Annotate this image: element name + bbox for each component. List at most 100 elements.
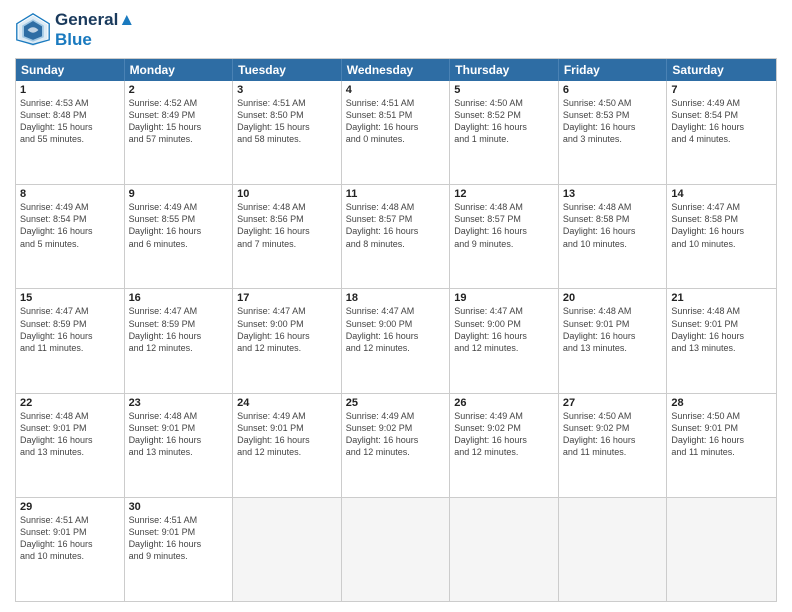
day-number: 13 [563, 188, 663, 200]
calendar-cell: 8Sunrise: 4:49 AM Sunset: 8:54 PM Daylig… [16, 185, 125, 288]
day-number: 12 [454, 188, 554, 200]
day-number: 2 [129, 84, 229, 96]
calendar-cell [450, 498, 559, 601]
calendar-cell: 18Sunrise: 4:47 AM Sunset: 9:00 PM Dayli… [342, 289, 451, 392]
weekday-header-thursday: Thursday [450, 59, 559, 81]
day-number: 8 [20, 188, 120, 200]
cell-info: Sunrise: 4:48 AM Sunset: 8:58 PM Dayligh… [563, 201, 663, 250]
calendar-cell: 15Sunrise: 4:47 AM Sunset: 8:59 PM Dayli… [16, 289, 125, 392]
day-number: 19 [454, 292, 554, 304]
day-number: 28 [671, 397, 772, 409]
cell-info: Sunrise: 4:53 AM Sunset: 8:48 PM Dayligh… [20, 97, 120, 146]
cell-info: Sunrise: 4:52 AM Sunset: 8:49 PM Dayligh… [129, 97, 229, 146]
day-number: 20 [563, 292, 663, 304]
calendar-cell: 24Sunrise: 4:49 AM Sunset: 9:01 PM Dayli… [233, 394, 342, 497]
day-number: 14 [671, 188, 772, 200]
cell-info: Sunrise: 4:49 AM Sunset: 8:54 PM Dayligh… [671, 97, 772, 146]
calendar-cell: 10Sunrise: 4:48 AM Sunset: 8:56 PM Dayli… [233, 185, 342, 288]
calendar-cell: 17Sunrise: 4:47 AM Sunset: 9:00 PM Dayli… [233, 289, 342, 392]
day-number: 21 [671, 292, 772, 304]
cell-info: Sunrise: 4:47 AM Sunset: 8:58 PM Dayligh… [671, 201, 772, 250]
weekday-header-saturday: Saturday [667, 59, 776, 81]
calendar-cell: 9Sunrise: 4:49 AM Sunset: 8:55 PM Daylig… [125, 185, 234, 288]
day-number: 10 [237, 188, 337, 200]
weekday-header-monday: Monday [125, 59, 234, 81]
weekday-header-wednesday: Wednesday [342, 59, 451, 81]
page: General▲ Blue SundayMondayTuesdayWednesd… [0, 0, 792, 612]
calendar-cell: 25Sunrise: 4:49 AM Sunset: 9:02 PM Dayli… [342, 394, 451, 497]
calendar-cell [342, 498, 451, 601]
calendar-cell: 7Sunrise: 4:49 AM Sunset: 8:54 PM Daylig… [667, 81, 776, 184]
calendar-cell: 29Sunrise: 4:51 AM Sunset: 9:01 PM Dayli… [16, 498, 125, 601]
calendar-body: 1Sunrise: 4:53 AM Sunset: 8:48 PM Daylig… [16, 81, 776, 601]
day-number: 22 [20, 397, 120, 409]
calendar-row-1: 1Sunrise: 4:53 AM Sunset: 8:48 PM Daylig… [16, 81, 776, 184]
day-number: 24 [237, 397, 337, 409]
weekday-header-sunday: Sunday [16, 59, 125, 81]
calendar-cell: 16Sunrise: 4:47 AM Sunset: 8:59 PM Dayli… [125, 289, 234, 392]
day-number: 3 [237, 84, 337, 96]
day-number: 30 [129, 501, 229, 513]
cell-info: Sunrise: 4:49 AM Sunset: 8:54 PM Dayligh… [20, 201, 120, 250]
weekday-header-tuesday: Tuesday [233, 59, 342, 81]
cell-info: Sunrise: 4:48 AM Sunset: 8:56 PM Dayligh… [237, 201, 337, 250]
calendar-cell: 28Sunrise: 4:50 AM Sunset: 9:01 PM Dayli… [667, 394, 776, 497]
cell-info: Sunrise: 4:50 AM Sunset: 8:53 PM Dayligh… [563, 97, 663, 146]
day-number: 17 [237, 292, 337, 304]
day-number: 26 [454, 397, 554, 409]
calendar-cell [559, 498, 668, 601]
logo: General▲ Blue [15, 10, 135, 50]
day-number: 6 [563, 84, 663, 96]
cell-info: Sunrise: 4:48 AM Sunset: 9:01 PM Dayligh… [20, 410, 120, 459]
calendar-header: SundayMondayTuesdayWednesdayThursdayFrid… [16, 59, 776, 81]
header: General▲ Blue [15, 10, 777, 50]
cell-info: Sunrise: 4:48 AM Sunset: 8:57 PM Dayligh… [454, 201, 554, 250]
calendar-cell: 19Sunrise: 4:47 AM Sunset: 9:00 PM Dayli… [450, 289, 559, 392]
cell-info: Sunrise: 4:48 AM Sunset: 8:57 PM Dayligh… [346, 201, 446, 250]
cell-info: Sunrise: 4:47 AM Sunset: 9:00 PM Dayligh… [454, 305, 554, 354]
cell-info: Sunrise: 4:49 AM Sunset: 9:02 PM Dayligh… [346, 410, 446, 459]
calendar-cell: 3Sunrise: 4:51 AM Sunset: 8:50 PM Daylig… [233, 81, 342, 184]
day-number: 15 [20, 292, 120, 304]
cell-info: Sunrise: 4:50 AM Sunset: 8:52 PM Dayligh… [454, 97, 554, 146]
cell-info: Sunrise: 4:47 AM Sunset: 9:00 PM Dayligh… [346, 305, 446, 354]
day-number: 1 [20, 84, 120, 96]
day-number: 18 [346, 292, 446, 304]
cell-info: Sunrise: 4:49 AM Sunset: 9:01 PM Dayligh… [237, 410, 337, 459]
calendar-cell: 21Sunrise: 4:48 AM Sunset: 9:01 PM Dayli… [667, 289, 776, 392]
calendar-cell: 5Sunrise: 4:50 AM Sunset: 8:52 PM Daylig… [450, 81, 559, 184]
cell-info: Sunrise: 4:47 AM Sunset: 8:59 PM Dayligh… [20, 305, 120, 354]
calendar-cell: 26Sunrise: 4:49 AM Sunset: 9:02 PM Dayli… [450, 394, 559, 497]
day-number: 4 [346, 84, 446, 96]
day-number: 23 [129, 397, 229, 409]
calendar-cell: 14Sunrise: 4:47 AM Sunset: 8:58 PM Dayli… [667, 185, 776, 288]
cell-info: Sunrise: 4:48 AM Sunset: 9:01 PM Dayligh… [129, 410, 229, 459]
calendar-cell: 20Sunrise: 4:48 AM Sunset: 9:01 PM Dayli… [559, 289, 668, 392]
day-number: 9 [129, 188, 229, 200]
day-number: 27 [563, 397, 663, 409]
calendar-cell: 1Sunrise: 4:53 AM Sunset: 8:48 PM Daylig… [16, 81, 125, 184]
calendar-cell: 27Sunrise: 4:50 AM Sunset: 9:02 PM Dayli… [559, 394, 668, 497]
calendar-cell: 22Sunrise: 4:48 AM Sunset: 9:01 PM Dayli… [16, 394, 125, 497]
calendar-cell: 4Sunrise: 4:51 AM Sunset: 8:51 PM Daylig… [342, 81, 451, 184]
cell-info: Sunrise: 4:51 AM Sunset: 8:51 PM Dayligh… [346, 97, 446, 146]
calendar-row-5: 29Sunrise: 4:51 AM Sunset: 9:01 PM Dayli… [16, 497, 776, 601]
calendar-row-4: 22Sunrise: 4:48 AM Sunset: 9:01 PM Dayli… [16, 393, 776, 497]
cell-info: Sunrise: 4:47 AM Sunset: 9:00 PM Dayligh… [237, 305, 337, 354]
day-number: 7 [671, 84, 772, 96]
calendar: SundayMondayTuesdayWednesdayThursdayFrid… [15, 58, 777, 602]
day-number: 11 [346, 188, 446, 200]
cell-info: Sunrise: 4:48 AM Sunset: 9:01 PM Dayligh… [563, 305, 663, 354]
logo-icon [15, 12, 51, 48]
cell-info: Sunrise: 4:47 AM Sunset: 8:59 PM Dayligh… [129, 305, 229, 354]
weekday-header-friday: Friday [559, 59, 668, 81]
day-number: 16 [129, 292, 229, 304]
calendar-cell: 23Sunrise: 4:48 AM Sunset: 9:01 PM Dayli… [125, 394, 234, 497]
logo-text: General▲ Blue [55, 10, 135, 50]
calendar-cell: 2Sunrise: 4:52 AM Sunset: 8:49 PM Daylig… [125, 81, 234, 184]
calendar-cell: 12Sunrise: 4:48 AM Sunset: 8:57 PM Dayli… [450, 185, 559, 288]
cell-info: Sunrise: 4:48 AM Sunset: 9:01 PM Dayligh… [671, 305, 772, 354]
cell-info: Sunrise: 4:51 AM Sunset: 8:50 PM Dayligh… [237, 97, 337, 146]
calendar-cell: 30Sunrise: 4:51 AM Sunset: 9:01 PM Dayli… [125, 498, 234, 601]
calendar-row-2: 8Sunrise: 4:49 AM Sunset: 8:54 PM Daylig… [16, 184, 776, 288]
